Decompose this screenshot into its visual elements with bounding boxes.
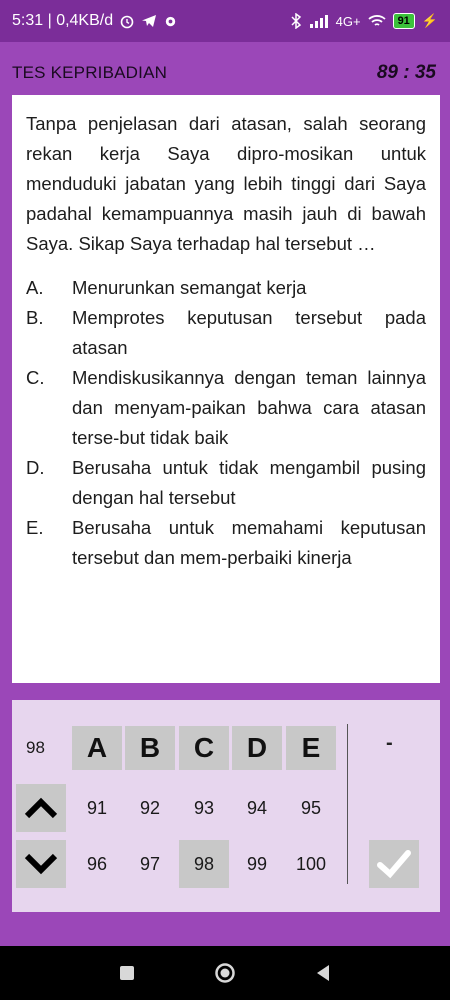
question-number-99[interactable]: 99 [232,840,282,888]
question-number-91[interactable]: 91 [72,784,122,832]
option-letter: E. [26,517,44,538]
question-number-95[interactable]: 95 [286,784,336,832]
network-type: 4G+ [335,13,361,29]
option-letter: A. [26,277,44,298]
option-letter: D. [26,457,45,478]
page-title: TES KEPRIBADIAN [12,63,168,82]
option-letter: B. [26,307,44,328]
finish-button[interactable] [369,840,419,888]
scroll-down-button[interactable] [16,840,66,888]
status-right: 4G+ 91 ⚡ [290,13,438,29]
status-bar: 5:31 | 0,4KB/d 4G+ 91 ⚡ [0,0,450,42]
question-number-94[interactable]: 94 [232,784,282,832]
status-time: 5:31 | 0,4KB/d [12,12,114,29]
option-letter: C. [26,367,45,388]
recents-icon[interactable] [119,965,135,981]
chevron-up-icon [24,797,58,819]
telegram-icon [142,15,157,27]
answer-button-a[interactable]: A [72,726,122,770]
option-text: Berusaha untuk memahami keputusan terseb… [72,517,426,568]
option-c[interactable]: C. Mendiskusikannya dengan teman lainnya… [26,363,426,453]
checkmark-icon [377,850,411,879]
charging-icon: ⚡ [421,13,438,28]
back-icon[interactable] [315,964,331,982]
settings-icon [165,16,176,26]
answer-button-e[interactable]: E [286,726,336,770]
question-number-98-active[interactable]: 98 [179,840,229,888]
signal-icon [309,15,328,28]
status-left: 5:31 | 0,4KB/d [12,12,178,30]
option-text: Mendiskusikannya dengan teman lainnya da… [72,367,426,448]
question-number-92[interactable]: 92 [125,784,175,832]
question-number-100[interactable]: 100 [286,840,336,888]
option-b[interactable]: B. Memprotes keputusan tersebut pada ata… [26,303,426,363]
option-a[interactable]: A. Menurunkan semangat kerja [26,273,426,303]
option-text: Berusaha untuk tidak mengambil pusing de… [72,457,426,508]
answer-button-c[interactable]: C [179,726,229,770]
question-card: Tanpa penjelasan dari atasan, salah seor… [12,95,440,683]
option-text: Memprotes keputusan tersebut pada atasan [72,307,426,358]
wifi-icon [367,15,386,26]
question-number-97[interactable]: 97 [125,840,175,888]
alarm-icon [120,15,134,29]
current-question-number: 98 [26,738,45,757]
countdown-timer: 89 : 35 [376,62,436,83]
chevron-down-icon [24,853,58,875]
answer-button-b[interactable]: B [125,726,175,770]
home-icon[interactable] [214,962,236,984]
answer-panel: 98 A B C D E - 91 92 93 94 95 96 97 98 9… [12,700,440,912]
answer-button-d[interactable]: D [232,726,282,770]
scroll-up-button[interactable] [16,784,66,832]
option-text: Menurunkan semangat kerja [72,277,307,298]
option-e[interactable]: E. Berusaha untuk memahami keputusan ter… [26,513,426,573]
question-number-93[interactable]: 93 [179,784,229,832]
battery-level: 91 [392,13,415,29]
panel-divider [347,724,348,884]
bluetooth-icon [291,13,301,29]
selected-answer: - [386,732,393,754]
system-nav-bar [0,946,450,1000]
question-text: Tanpa penjelasan dari atasan, salah seor… [26,113,426,254]
option-d[interactable]: D. Berusaha untuk tidak mengambil pusing… [26,453,426,513]
question-number-96[interactable]: 96 [72,840,122,888]
